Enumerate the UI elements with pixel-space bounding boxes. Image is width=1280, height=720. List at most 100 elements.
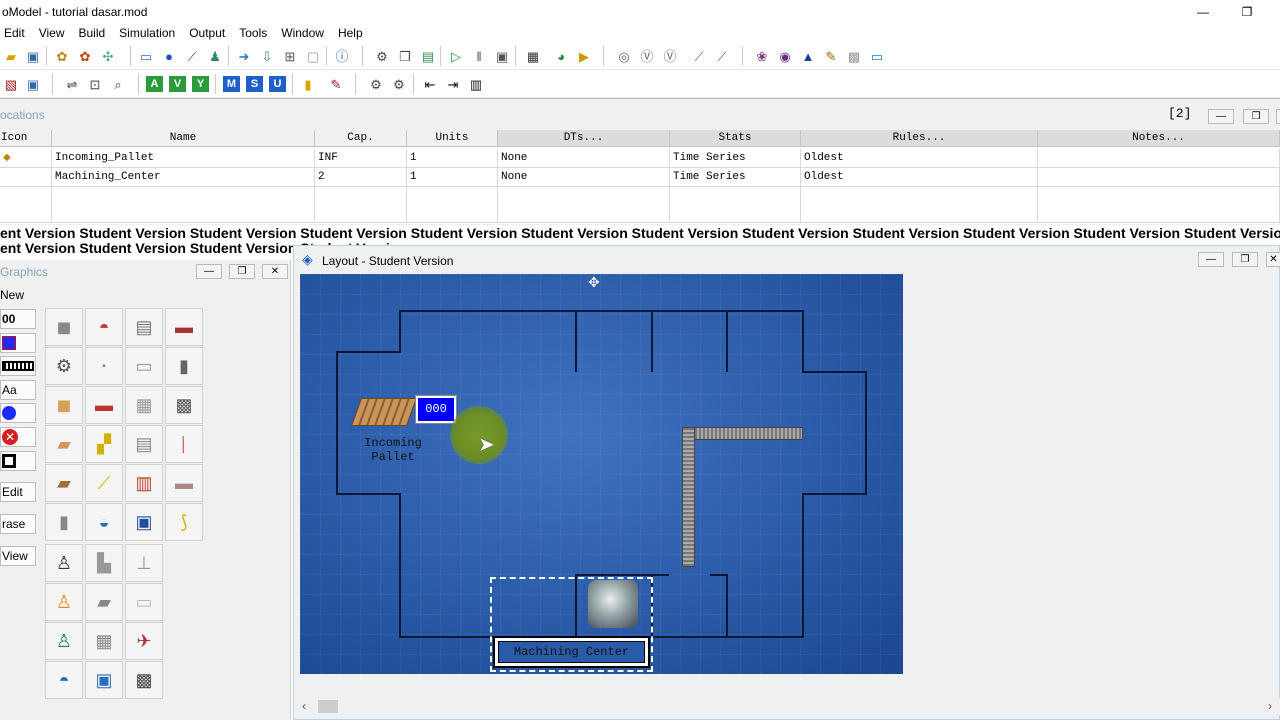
attribute-icon[interactable]: ▮ [298,74,318,94]
dome-icon[interactable]: ◓ [45,661,83,699]
chart-icon[interactable]: ⟋ [689,46,709,66]
pipe-icon[interactable]: │ [165,425,203,463]
pause-icon[interactable]: ‖ [469,46,489,66]
save-icon[interactable]: ▣ [23,46,43,66]
panel-restore-button[interactable]: ❐ [1243,109,1269,124]
region-tool[interactable] [0,451,36,471]
options-icon[interactable]: ⚙ [372,46,392,66]
cost-icon[interactable]: ✎ [326,74,346,94]
column-header-units[interactable]: Units [407,130,498,147]
layout-close-button[interactable]: ✕ [1266,252,1280,267]
menu-simulation[interactable]: Simulation [112,24,182,42]
pallet-counter[interactable]: 000 [415,395,457,424]
rail-icon[interactable]: ▬ [165,464,203,502]
robot-arm-icon[interactable]: ⟆ [165,503,203,541]
restore-button[interactable]: ❐ [1224,0,1270,24]
import-icon[interactable]: ➜ [234,46,254,66]
output-icon[interactable]: ▶ [574,46,594,66]
gauge-tool[interactable] [0,333,36,353]
row-1-rules[interactable]: Oldest [801,149,1038,168]
tank-tool[interactable] [0,356,36,376]
windows-icon[interactable]: ❐ [395,46,415,66]
row-3-dts[interactable] [498,187,670,223]
row-2-icon[interactable] [0,168,52,187]
machine-icon[interactable]: ▤ [125,308,163,346]
column-header-icon[interactable]: Icon [0,130,52,147]
column-header-dts[interactable]: DTs... [498,130,670,147]
align-a-icon[interactable]: A [146,76,163,92]
zoom-icon[interactable]: ⌕ [108,74,128,94]
engine-block-graphic[interactable] [588,580,638,628]
graphics-minimize-button[interactable]: — [196,264,222,279]
conveyor-vertical[interactable] [682,427,695,567]
panel-close-button[interactable] [1276,109,1280,124]
front-icon[interactable]: ⇥ [443,74,463,94]
row-2-notes[interactable] [1038,168,1280,187]
row-2-cap[interactable]: 2 [315,168,407,187]
routing-icon[interactable]: ⇌ [62,74,82,94]
clone-icon[interactable]: ⚙ [389,74,409,94]
label-tool[interactable]: Aa [0,380,36,400]
counter-tool[interactable]: 00 [0,309,36,329]
scenario-icon[interactable]: ▦ [523,46,543,66]
drill-icon[interactable]: ⊥ [125,544,163,582]
rack-icon[interactable]: ▥ [125,464,163,502]
zoom-fit-icon[interactable]: ⊡ [85,74,105,94]
graphic-editor-icon[interactable]: ▲ [798,46,818,66]
entity-spot-tool[interactable]: ✕ [0,427,36,447]
row-1-stats[interactable]: Time Series [670,149,801,168]
conveyor-red-icon[interactable]: ▬ [165,308,203,346]
row-1-icon[interactable]: ◆ [0,149,52,168]
row-3-name[interactable] [52,187,315,223]
car-icon[interactable]: ▬ [85,386,123,424]
run-icon[interactable]: ▷ [446,46,466,66]
row-3-stats[interactable] [670,187,801,223]
stat-fit-icon[interactable]: ❀ [752,46,772,66]
computer-icon[interactable]: ▣ [85,661,123,699]
worker-icon[interactable]: ♙ [45,583,83,621]
row-3-cap[interactable] [315,187,407,223]
debug-icon[interactable]: Ⓥ [660,46,680,66]
scroll-left-icon[interactable]: ‹ [302,699,306,713]
printer-icon[interactable]: ▭ [125,347,163,385]
row-3-rules[interactable] [801,187,1038,223]
view-button[interactable]: View [0,546,36,566]
menu-view[interactable]: View [32,24,72,42]
row-3-units[interactable] [407,187,498,223]
barrel-icon[interactable]: ▮ [165,347,203,385]
layout-settings-icon[interactable]: ▧ [1,74,21,94]
robot-icon[interactable]: ◒ [85,503,123,541]
align-v-icon[interactable]: V [169,76,186,92]
dynamic-plot-icon[interactable]: ⟋ [712,46,732,66]
row-1-name[interactable]: Incoming_Pallet [52,149,315,168]
scroll-thumb[interactable] [318,700,338,713]
cart-icon[interactable]: ▭ [125,583,163,621]
row-3-notes[interactable] [1038,187,1280,223]
entities-icon[interactable]: ✿ [75,46,95,66]
conveyor-horizontal[interactable] [682,427,803,440]
row-1-cap[interactable]: INF [315,149,407,168]
incoming-pallet-label[interactable]: Incoming Pallet [358,436,428,464]
grid-icon[interactable]: ▣ [23,74,43,94]
truck-icon[interactable]: ▰ [85,583,123,621]
menu-tools[interactable]: Tools [232,24,274,42]
align-y-icon[interactable]: Y [192,76,209,92]
column-header-notes[interactable]: Notes... [1038,130,1280,147]
box-icon[interactable]: ◼ [45,386,83,424]
row-3-icon[interactable] [0,187,52,223]
layout-restore-button[interactable]: ❐ [1232,252,1258,267]
cnc-icon[interactable]: ▣ [125,503,163,541]
erase-button[interactable]: rase [0,514,36,534]
layout-minimize-button[interactable]: — [1198,252,1224,267]
engine-block-icon[interactable]: ▩ [125,661,163,699]
stack-icon[interactable]: ▩ [165,386,203,424]
cube-icon[interactable]: ◼ [45,308,83,346]
row-2-stats[interactable]: Time Series [670,168,801,187]
layout-canvas[interactable]: 000 Incoming Pallet ➤ ✥ Machining Center [300,274,903,674]
column-header-rules[interactable]: Rules... [801,130,1038,147]
graphics-close-button[interactable]: ✕ [262,264,288,279]
shelving-icon[interactable]: ▦ [85,622,123,660]
graphics-new-label[interactable]: New [0,288,24,302]
view-trace-icon[interactable]: ◎ [614,46,634,66]
path-networks-icon[interactable]: ✣ [98,46,118,66]
